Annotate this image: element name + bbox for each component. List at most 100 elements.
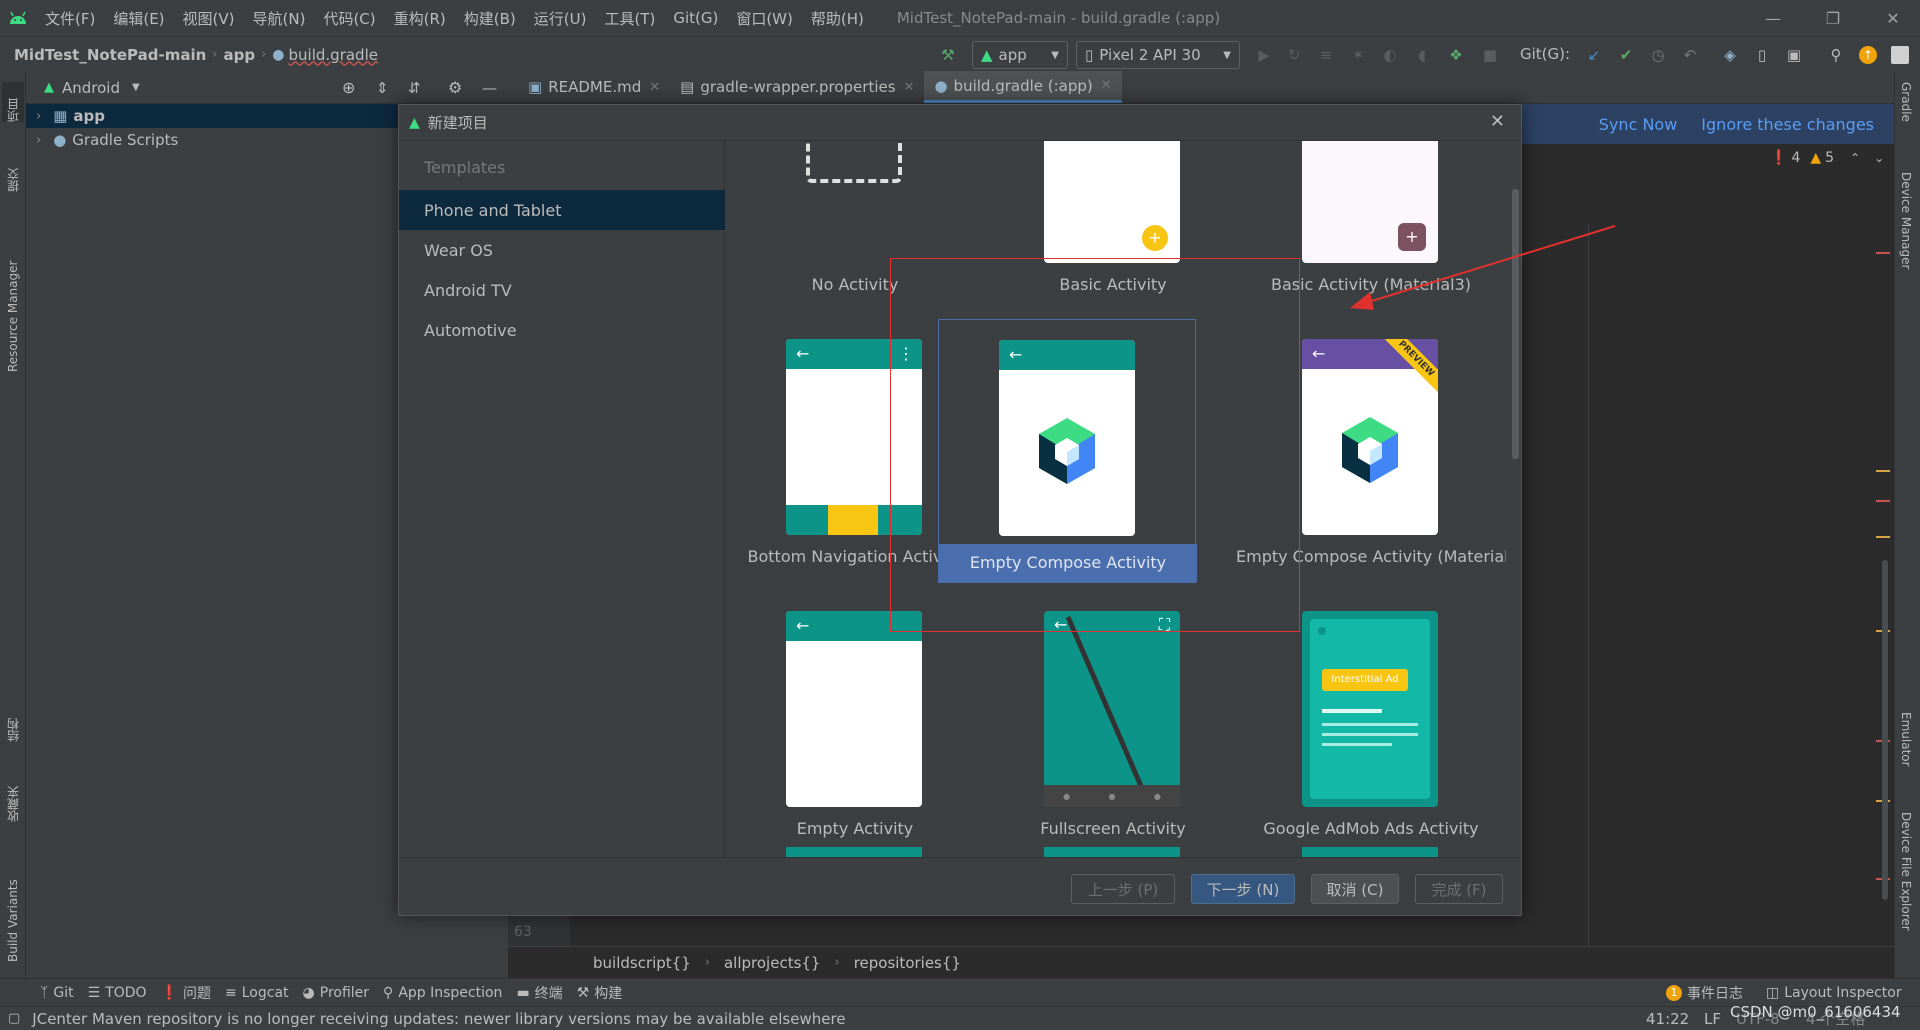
hide-panel-icon[interactable]: — [482,79,497,97]
caret-position[interactable]: 41:22 [1646,1010,1689,1028]
attach-debugger-icon[interactable]: ❖ [1446,45,1466,65]
close-icon[interactable]: ✕ [1490,111,1505,132]
coverage-icon[interactable]: ◐ [1380,45,1400,65]
tab-device-manager[interactable]: Device Manager [1899,172,1913,269]
git-rollback-icon[interactable]: ↶ [1680,45,1700,65]
tool-git[interactable]: ᛉ Git [40,985,74,1001]
menu-tools[interactable]: 工具(T) [595,8,664,29]
finish-button[interactable]: 完成 (F) [1415,874,1503,904]
sync-now-link[interactable]: Sync Now [1599,115,1678,134]
line-separator[interactable]: LF [1704,1010,1721,1028]
breadcrumb-repositories[interactable]: repositories{} [854,954,961,972]
category-automotive[interactable]: Automotive [399,310,725,350]
search-icon[interactable]: ⚲ [1826,45,1846,65]
error-stripe-mark[interactable] [1876,252,1890,254]
git-update-icon[interactable]: ↙ [1584,45,1604,65]
chevron-right-icon[interactable]: › [36,109,41,124]
restore-button[interactable]: ❐ [1808,0,1858,36]
chevron-right-icon[interactable]: › [36,133,41,148]
tool-build[interactable]: ⚒ 构建 [577,983,623,1003]
tool-profiler[interactable]: ◕ Profiler [303,985,370,1001]
menu-view[interactable]: 视图(V) [174,8,244,29]
menu-refactor[interactable]: 重构(R) [385,8,455,29]
category-phone-tablet[interactable]: Phone and Tablet [399,190,725,230]
inspection-summary[interactable]: ❗ 4 ▲ 5 ⌃ ⌄ [1770,150,1884,166]
profile-icon[interactable]: ◖ [1412,45,1432,65]
tab-resource-manager[interactable]: Resource Manager [2,222,24,372]
debug-icon[interactable]: ✶ [1348,45,1368,65]
status-toggle-icon[interactable]: ▢ [8,1011,20,1026]
chevron-down-icon[interactable]: ⌄ [1874,151,1884,165]
run-config-select[interactable]: ▲ app ▼ [972,41,1068,69]
tab-gradle[interactable]: Gradle [1899,82,1913,122]
ignore-changes-link[interactable]: Ignore these changes [1701,115,1874,134]
menu-build[interactable]: 构建(B) [455,8,525,29]
tool-app-inspection[interactable]: ⚲ App Inspection [383,985,502,1001]
menu-help[interactable]: 帮助(H) [802,8,873,29]
tab-build-variants[interactable]: Build Variants [2,842,24,962]
close-icon[interactable]: ✕ [904,80,915,95]
tab-emulator[interactable]: Emulator [1899,712,1913,767]
menu-file[interactable]: 文件(F) [36,8,104,29]
tab-build-gradle[interactable]: ● build.gradle (:app) ✕ [924,71,1122,103]
breadcrumb-allprojects[interactable]: allprojects{} [724,954,821,972]
editor-scrollbar[interactable] [1882,560,1888,900]
apply-changes-icon[interactable]: ↻ [1284,45,1304,65]
tool-logcat[interactable]: ≡ Logcat [225,985,289,1001]
breadcrumb-file[interactable]: build.gradle [289,46,378,64]
menu-edit[interactable]: 编辑(E) [104,8,173,29]
breadcrumb-buildscript[interactable]: buildscript{} [593,954,691,972]
sdk-manager-icon[interactable]: ▣ [1784,45,1804,65]
close-window-button[interactable]: ✕ [1868,0,1918,36]
breadcrumb-project[interactable]: MidTest_NotePad-main [14,46,206,64]
tab-readme[interactable]: ▣ README.md ✕ [518,71,670,103]
menu-run[interactable]: 运行(U) [525,8,596,29]
close-icon[interactable]: ✕ [1101,78,1112,93]
hammer-build-icon[interactable]: ⚒ [938,45,958,65]
tool-event-log[interactable]: 1 事件日志 [1666,983,1743,1003]
chevron-down-icon[interactable]: ▼ [132,82,140,93]
gear-icon[interactable]: ⚙ [448,78,462,97]
locate-icon[interactable]: ⊕ [342,78,355,97]
breadcrumb-module[interactable]: app [223,46,255,64]
category-wear-os[interactable]: Wear OS [399,230,725,270]
cancel-button[interactable]: 取消 (C) [1311,874,1399,904]
previous-button[interactable]: 上一步 (P) [1071,874,1175,904]
menu-code[interactable]: 代码(C) [314,8,384,29]
device-select[interactable]: ▯ Pixel 2 API 30 ▼ [1076,41,1240,69]
tab-gradle-wrapper[interactable]: ▤ gradle-wrapper.properties ✕ [670,71,924,103]
run-icon[interactable]: ▶ [1254,45,1274,65]
tab-favorites[interactable]: 收藏夹 [2,762,24,822]
avatar[interactable] [1890,45,1910,65]
git-commit-icon[interactable]: ✔ [1616,45,1636,65]
close-icon[interactable]: ✕ [649,80,660,95]
gradle-sync-icon[interactable]: ◈ [1720,45,1740,65]
git-history-icon[interactable]: ◷ [1648,45,1668,65]
update-icon[interactable]: ↑ [1858,45,1878,65]
tool-todo[interactable]: ☰ TODO [88,985,147,1001]
tool-problems[interactable]: ❗ 问题 [161,983,211,1003]
category-android-tv[interactable]: Android TV [399,270,725,310]
collapse-all-icon[interactable]: ⇵ [408,79,421,97]
tab-device-file-explorer[interactable]: Device File Explorer [1899,812,1913,931]
apply-code-changes-icon[interactable]: ≡ [1316,45,1336,65]
minimize-button[interactable]: — [1748,0,1798,36]
menu-git[interactable]: Git(G) [664,9,727,27]
tab-project[interactable]: 项目 [2,82,24,122]
stop-icon[interactable]: ■ [1480,45,1500,65]
tab-commit[interactable]: 提交 [2,152,24,192]
warning-stripe-mark[interactable] [1876,470,1890,472]
project-view-select[interactable]: Android [62,79,120,97]
tool-terminal[interactable]: ▬ 终端 [516,983,562,1003]
tab-structure[interactable]: 结构 [2,692,24,742]
error-stripe-mark[interactable] [1876,500,1890,502]
device-manager-icon[interactable]: ▯ [1752,45,1772,65]
tool-layout-inspector[interactable]: ◫ Layout Inspector [1766,985,1902,1001]
menu-navigate[interactable]: 导航(N) [244,8,315,29]
chevron-up-icon[interactable]: ⌃ [1850,151,1860,165]
menu-window[interactable]: 窗口(W) [727,8,802,29]
status-message[interactable]: JCenter Maven repository is no longer re… [32,1010,845,1028]
next-button[interactable]: 下一步 (N) [1191,874,1295,904]
expand-all-icon[interactable]: ⇕ [376,79,389,97]
warning-stripe-mark[interactable] [1876,536,1890,538]
